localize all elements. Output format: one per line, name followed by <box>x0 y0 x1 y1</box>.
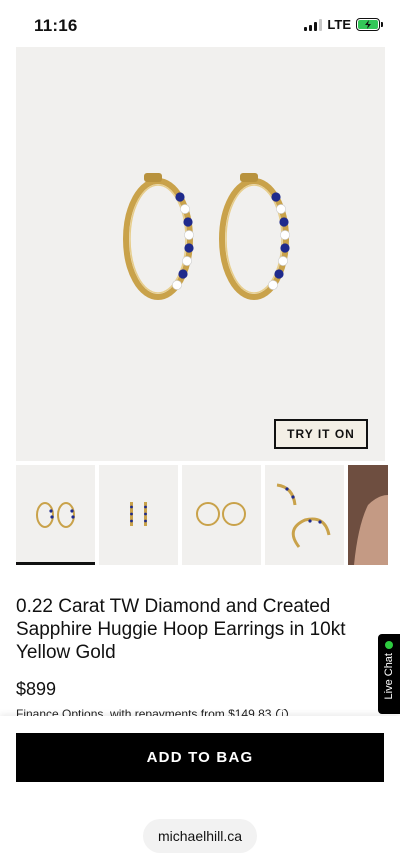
thumbnail-gallery <box>16 465 400 565</box>
product-main-image[interactable]: TRY IT ON <box>16 47 385 461</box>
network-label: LTE <box>327 17 351 32</box>
thumb-front-view[interactable] <box>16 465 95 565</box>
try-it-on-button[interactable]: TRY IT ON <box>274 419 368 449</box>
status-indicators: LTE <box>304 17 383 32</box>
earrings-image <box>123 173 290 300</box>
product-title: 0.22 Carat TW Diamond and Created Sapphi… <box>16 596 346 663</box>
browser-url-bar[interactable]: michaelhill.ca <box>143 819 257 853</box>
battery-icon <box>356 18 383 31</box>
status-bar: 11:16 LTE <box>0 0 400 50</box>
thumb-model-photo[interactable] <box>348 465 388 565</box>
live-chat-tab[interactable]: Live Chat <box>378 634 400 714</box>
status-time: 11:16 <box>34 16 78 35</box>
bottom-action-bar: ADD TO BAG michaelhill.ca <box>0 716 400 866</box>
thumb-side-view[interactable] <box>99 465 178 565</box>
thumb-back-view[interactable] <box>182 465 261 565</box>
add-to-bag-button[interactable]: ADD TO BAG <box>16 733 384 782</box>
thumb-open-view[interactable] <box>265 465 344 565</box>
product-price: $899 <box>16 679 57 699</box>
charging-bolt-icon <box>365 20 371 29</box>
online-status-icon <box>385 641 393 649</box>
live-chat-label: Live Chat <box>383 653 395 700</box>
signal-strength-icon <box>304 18 323 31</box>
